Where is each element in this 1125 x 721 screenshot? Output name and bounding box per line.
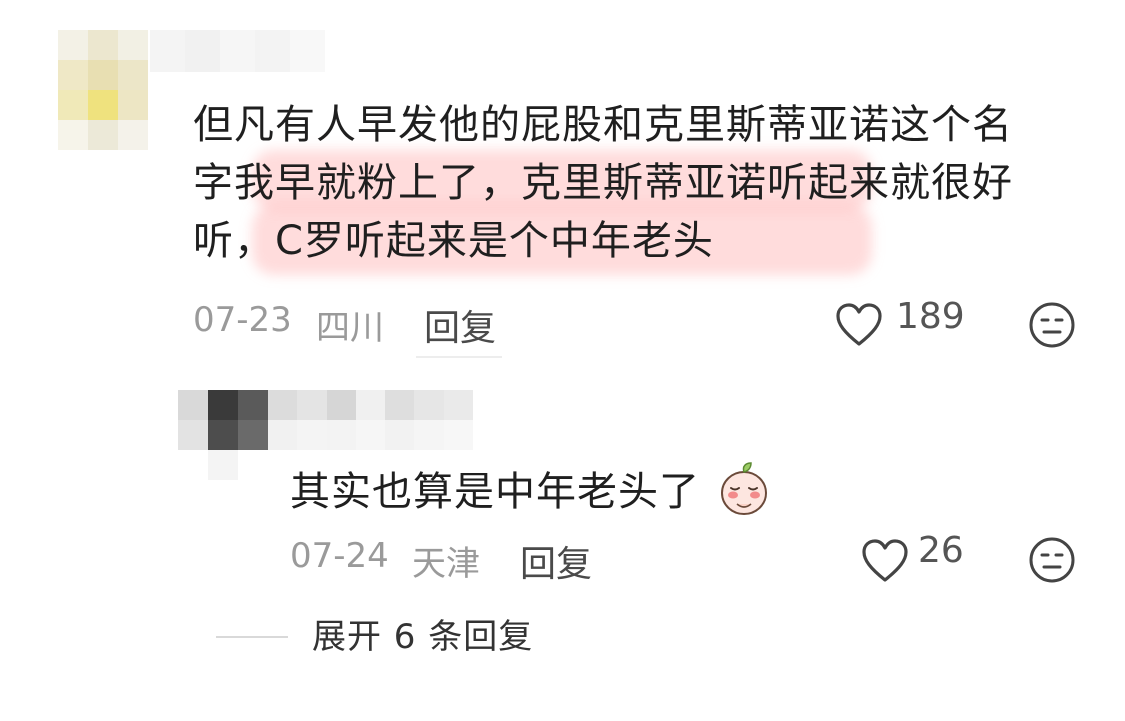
emoji-face-icon	[1029, 302, 1075, 348]
like-button[interactable]: 189	[834, 296, 965, 348]
reply-location: 天津	[412, 544, 480, 584]
reply-username-blurred[interactable]	[268, 390, 473, 450]
reply-like-count: 26	[918, 530, 964, 571]
peach-sticker	[718, 460, 770, 520]
username-blurred[interactable]	[150, 30, 325, 72]
underline-divider	[416, 356, 502, 358]
reply-emoji-reaction-button[interactable]	[1028, 536, 1076, 588]
comment-line: 但凡有人早发他的屁股和克里斯蒂亚诺这个名	[193, 102, 1013, 148]
expand-divider	[216, 636, 288, 638]
heart-icon	[862, 539, 908, 582]
comment-text: 但凡有人早发他的屁股和克里斯蒂亚诺这个名 字我早就粉上了，克里斯蒂亚诺听起来就很…	[193, 96, 1073, 270]
emoji-face-icon	[1029, 537, 1075, 583]
reply-text: 其实也算是中年老头了	[290, 463, 700, 521]
comment-line: 听，C罗听起来是个中年老头	[193, 218, 714, 264]
heart-icon	[836, 303, 882, 346]
reply-avatar-blurred[interactable]	[178, 390, 268, 480]
comment-location: 四川	[316, 308, 384, 348]
avatar-blurred[interactable]	[58, 30, 148, 150]
reply-date: 07-24	[290, 536, 389, 576]
comment-date: 07-23	[193, 300, 292, 340]
reply-to-reply-button[interactable]: 回复	[520, 535, 592, 587]
reply-like-button[interactable]: 26	[860, 530, 970, 584]
reply-text-content: 其实也算是中年老头了	[290, 469, 700, 515]
expand-replies-button[interactable]: 展开 6 条回复	[312, 609, 533, 658]
comment-line: 字我早就粉上了，克里斯蒂亚诺听起来就很好	[193, 160, 1013, 206]
emoji-reaction-button[interactable]	[1028, 301, 1076, 353]
like-count: 189	[896, 296, 965, 337]
reply-button[interactable]: 回复	[424, 299, 496, 351]
peach-sticker-icon	[721, 462, 767, 515]
